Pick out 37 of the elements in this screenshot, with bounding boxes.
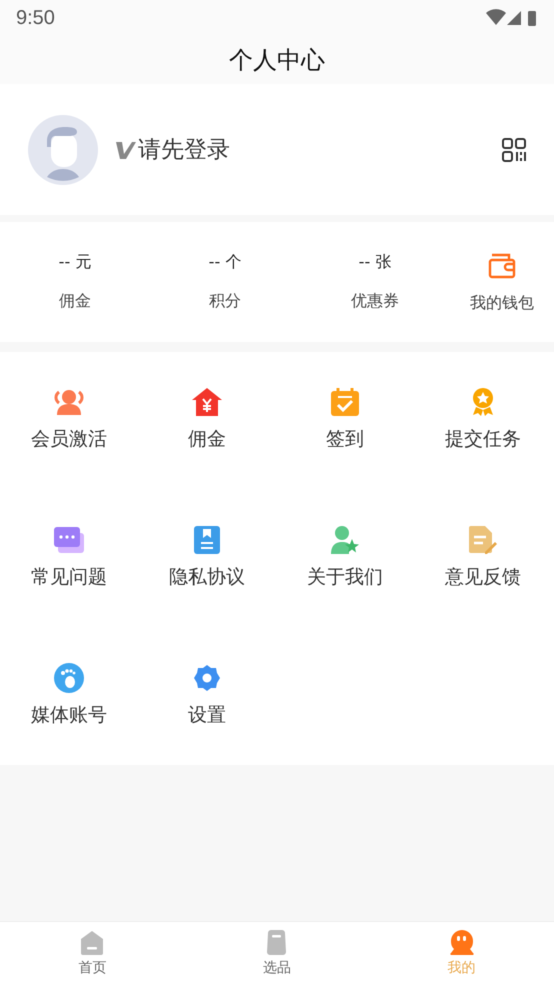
document-icon — [193, 525, 221, 555]
note-pencil-icon — [468, 525, 498, 555]
v-logo-icon — [116, 140, 136, 160]
menu-item[interactable]: 常见问题 — [0, 498, 138, 636]
nav-tab[interactable]: 首页 — [0, 922, 185, 984]
menu-item[interactable]: 设置 — [138, 636, 276, 774]
settings-icon — [193, 664, 221, 692]
menu-item[interactable]: 隐私协议 — [138, 498, 276, 636]
stat-value: -- 张 — [358, 252, 392, 273]
house-yen-icon — [191, 387, 223, 417]
status-icons — [486, 9, 538, 27]
chat-bubbles-icon — [53, 525, 85, 555]
stat-label: 积分 — [209, 291, 241, 312]
login-prompt[interactable]: 请先登录 — [138, 134, 230, 165]
footprint-icon — [54, 663, 84, 693]
menu-item[interactable]: 关于我们 — [276, 498, 414, 636]
stat-value: -- 个 — [208, 252, 242, 273]
people-icon — [53, 388, 85, 416]
stat-value: -- 元 — [58, 252, 92, 273]
wallet-button[interactable]: 我的钱包 — [450, 250, 554, 314]
person-star-icon — [330, 525, 360, 555]
menu-item[interactable]: 签到 — [276, 360, 414, 498]
stat-label: 佣金 — [59, 291, 91, 312]
house-icon — [80, 930, 104, 954]
menu-item[interactable]: 佣金 — [138, 360, 276, 498]
calendar-check-icon — [330, 387, 360, 417]
status-time: 9:50 — [16, 6, 55, 30]
mascot-icon — [450, 929, 474, 955]
menu-item[interactable]: 媒体账号 — [0, 636, 138, 774]
medal-icon — [470, 387, 496, 417]
nav-tab[interactable]: 选品 — [184, 922, 370, 984]
qr-code-icon[interactable] — [502, 138, 526, 162]
menu-item[interactable]: 会员激活 — [0, 360, 138, 498]
stat-label: 优惠券 — [351, 291, 399, 312]
menu-item[interactable]: 提交任务 — [414, 360, 552, 498]
page-title: 个人中心 — [229, 45, 325, 76]
menu-item[interactable]: 意见反馈 — [414, 498, 552, 636]
